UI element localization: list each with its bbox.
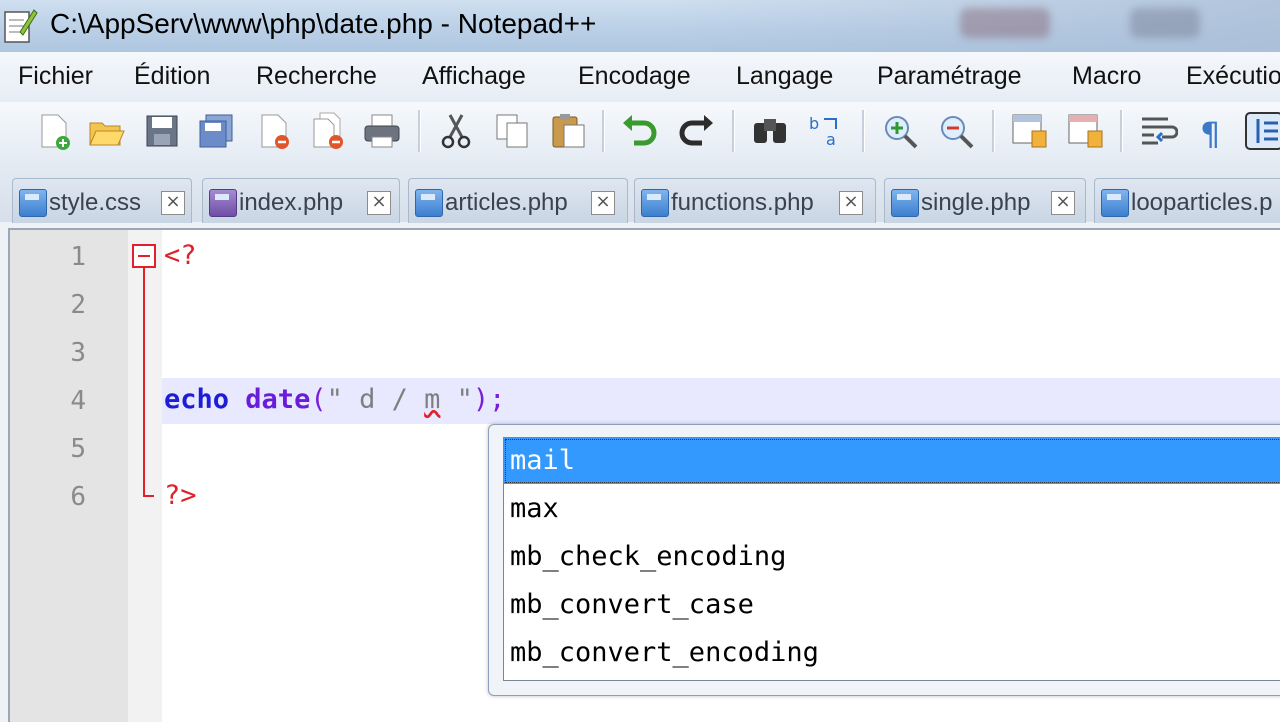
php-function: date <box>245 384 311 415</box>
line-number: 6 <box>70 482 86 512</box>
menu-fichier[interactable]: Fichier <box>18 62 93 91</box>
tab-label: single.php <box>921 189 1031 216</box>
file-saved-icon <box>415 189 443 217</box>
autocomplete-item[interactable]: max <box>504 486 1280 532</box>
menu-affichage[interactable]: Affichage <box>422 62 526 91</box>
line-number: 4 <box>70 386 86 416</box>
line-number-margin: 1 2 3 4 5 6 <box>10 230 128 722</box>
window-control-blur[interactable] <box>960 8 1050 38</box>
line-number: 3 <box>70 338 86 368</box>
fold-collapse-icon[interactable] <box>132 244 158 504</box>
line-number: 5 <box>70 434 86 464</box>
tab-close-icon[interactable]: × <box>1051 191 1075 215</box>
toolbar: ba ¶ <box>0 102 1280 163</box>
tab-articles-php[interactable]: articles.php × <box>408 178 628 223</box>
svg-text:b: b <box>809 114 819 133</box>
autocomplete-item-selected[interactable]: mail <box>504 438 1280 484</box>
php-string-cursor: m <box>424 384 441 415</box>
file-modified-icon <box>209 189 237 217</box>
php-string: d / <box>359 384 425 415</box>
new-file-icon[interactable] <box>34 111 74 151</box>
svg-text:a: a <box>826 130 836 149</box>
zoom-out-icon[interactable] <box>936 111 976 151</box>
autocomplete-popup: mail max mb_check_encoding mb_convert_ca… <box>488 424 1280 696</box>
copy-icon[interactable] <box>492 111 532 151</box>
menu-parametrage[interactable]: Paramétrage <box>877 62 1022 91</box>
redo-icon[interactable] <box>676 111 716 151</box>
window-title: C:\AppServ\www\php\date.php - Notepad++ <box>50 8 597 39</box>
cut-icon[interactable] <box>436 111 476 151</box>
tab-label: index.php <box>239 189 344 216</box>
tab-index-php[interactable]: index.php × <box>202 178 400 223</box>
file-saved-icon <box>19 189 47 217</box>
line-number: 2 <box>70 290 86 320</box>
menu-execution[interactable]: Exécutio <box>1186 62 1280 91</box>
tab-style-css[interactable]: style.css × <box>12 178 192 223</box>
code-line-6: ?> <box>164 480 197 511</box>
open-file-icon[interactable] <box>86 111 126 151</box>
autocomplete-list: mail max mb_check_encoding mb_convert_ca… <box>503 437 1280 681</box>
toolbar-separator <box>418 110 421 152</box>
toolbar-separator <box>732 110 735 152</box>
svg-text:¶: ¶ <box>1200 115 1220 151</box>
menu-macro[interactable]: Macro <box>1072 62 1141 91</box>
window-control-blur[interactable] <box>1130 8 1200 38</box>
autocomplete-item[interactable]: mb_convert_case <box>504 582 1280 628</box>
tab-close-icon[interactable]: × <box>839 191 863 215</box>
php-string: " <box>326 384 360 415</box>
code-line-4: echo date(" d / m "); <box>164 384 505 415</box>
toolbar-separator <box>1120 110 1123 152</box>
word-wrap-icon[interactable] <box>1138 111 1178 151</box>
tab-bar: style.css × index.php × articles.php × f… <box>0 162 1280 223</box>
code-punct: ); <box>472 384 506 415</box>
close-icon[interactable] <box>254 111 294 151</box>
tab-label: articles.php <box>445 189 568 216</box>
tab-looparticles-php[interactable]: looparticles.p <box>1094 178 1280 223</box>
code-line-1: <? <box>164 240 197 271</box>
toolbar-separator <box>992 110 995 152</box>
menu-langage[interactable]: Langage <box>736 62 833 91</box>
tab-close-icon[interactable]: × <box>591 191 615 215</box>
notepad-plus-plus-icon <box>4 9 38 43</box>
tab-single-php[interactable]: single.php × <box>884 178 1086 223</box>
autocomplete-item[interactable]: mb_check_encoding <box>504 534 1280 580</box>
toolbar-separator <box>862 110 865 152</box>
replace-icon[interactable]: ba <box>806 111 846 151</box>
php-string: " <box>440 384 473 415</box>
tab-close-icon[interactable]: × <box>367 191 391 215</box>
close-all-icon[interactable] <box>308 111 348 151</box>
file-saved-icon <box>641 189 669 217</box>
menu-edition[interactable]: Édition <box>134 62 210 91</box>
paste-icon[interactable] <box>548 111 588 151</box>
menu-bar: Fichier Édition Recherche Affichage Enco… <box>0 52 1280 103</box>
line-number: 1 <box>70 242 86 272</box>
autocomplete-item[interactable]: mb_convert_encoding <box>504 630 1280 676</box>
tab-functions-php[interactable]: functions.php × <box>634 178 876 223</box>
undo-icon[interactable] <box>620 111 660 151</box>
tab-label: style.css <box>49 189 142 216</box>
php-keyword: echo <box>164 384 230 415</box>
sync-horizontal-icon[interactable] <box>1066 111 1106 151</box>
sync-vertical-icon[interactable] <box>1010 111 1050 151</box>
menu-encodage[interactable]: Encodage <box>578 62 691 91</box>
file-saved-icon <box>891 189 919 217</box>
toolbar-separator <box>602 110 605 152</box>
file-saved-icon <box>1101 189 1129 217</box>
code-punct: ( <box>310 384 327 415</box>
indent-guide-icon[interactable] <box>1244 111 1280 151</box>
menu-recherche[interactable]: Recherche <box>256 62 377 91</box>
tab-label: functions.php <box>671 189 814 216</box>
tab-close-icon[interactable]: × <box>161 191 185 215</box>
show-all-chars-icon[interactable]: ¶ <box>1192 111 1232 151</box>
title-bar: C:\AppServ\www\php\date.php - Notepad++ <box>0 0 1280 52</box>
print-icon[interactable] <box>362 111 402 151</box>
fold-margin <box>128 230 162 722</box>
zoom-in-icon[interactable] <box>880 111 920 151</box>
tab-label: looparticles.p <box>1131 189 1273 216</box>
save-all-icon[interactable] <box>196 111 236 151</box>
find-icon[interactable] <box>750 111 790 151</box>
save-icon[interactable] <box>142 111 182 151</box>
